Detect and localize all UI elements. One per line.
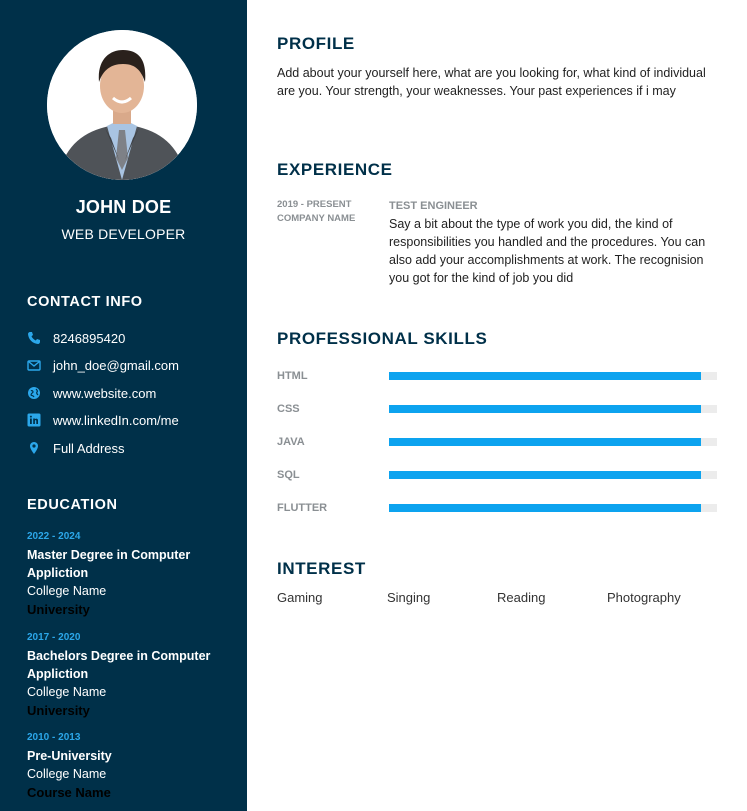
skill-name: HTML — [277, 370, 308, 382]
experience-heading: EXPERIENCE — [277, 160, 393, 179]
skills-heading: PROFESSIONAL SKILLS — [277, 329, 488, 348]
experience-title: TEST ENGINEER — [389, 200, 478, 212]
location-pin-icon — [27, 441, 41, 455]
skill-bar-fill — [389, 372, 701, 380]
skill-bar-track — [389, 471, 717, 479]
skill-row: JAVA — [277, 434, 717, 450]
contact-address-text: Full Address — [53, 440, 125, 456]
experience-company: COMPANY NAME — [277, 213, 356, 224]
experience-entry: TEST ENGINEER Say a bit about the type o… — [389, 198, 721, 287]
education-college: College Name — [27, 767, 107, 781]
skill-row: CSS — [277, 401, 717, 417]
skill-bar-fill — [389, 438, 701, 446]
interest-item: Reading — [497, 590, 546, 605]
education-years: 2017 - 2020 — [27, 632, 81, 643]
education-degree: Pre-University — [27, 749, 112, 763]
education-years: 2010 - 2013 — [27, 732, 81, 743]
skill-name: FLUTTER — [277, 502, 328, 514]
skill-name: CSS — [277, 403, 300, 415]
skill-name: JAVA — [277, 436, 305, 448]
contact-address[interactable]: Full Address — [27, 440, 125, 456]
education-item: 2022 - 2024 Master Degree in Computer Ap… — [27, 530, 237, 620]
education-item: 2017 - 2020 Bachelors Degree in Computer… — [27, 631, 237, 721]
experience-description: Say a bit about the type of work you did… — [389, 217, 706, 285]
resume-page: JOHN DOE WEB DEVELOPER CONTACT INFO 8246… — [0, 0, 747, 811]
contact-email-text: john_doe@gmail.com — [53, 357, 179, 373]
contact-linkedin[interactable]: www.linkedIn.com/me — [27, 412, 179, 428]
contact-phone[interactable]: 8246895420 — [27, 330, 125, 346]
contact-website-text: www.website.com — [53, 385, 157, 401]
skill-row: HTML — [277, 368, 717, 384]
skill-bar-fill — [389, 405, 701, 413]
avatar-photo-icon — [47, 30, 197, 180]
interest-item: Singing — [387, 590, 431, 605]
skill-bar-fill — [389, 471, 701, 479]
interest-list: Gaming Singing Reading Photography — [277, 589, 721, 607]
skill-bar-track — [389, 405, 717, 413]
education-item: 2010 - 2013 Pre-University College Name … — [27, 731, 237, 803]
person-role: WEB DEVELOPER — [61, 226, 186, 242]
education-institution: University — [27, 703, 90, 718]
education-college: College Name — [27, 584, 107, 598]
experience-period: 2019 - PRESENT COMPANY NAME — [277, 198, 382, 226]
skill-row: SQL — [277, 467, 717, 483]
phone-icon — [27, 331, 41, 345]
contact-email[interactable]: john_doe@gmail.com — [27, 357, 179, 373]
skill-bar-track — [389, 504, 717, 512]
contact-heading: CONTACT INFO — [27, 294, 143, 310]
sidebar: JOHN DOE WEB DEVELOPER CONTACT INFO 8246… — [0, 0, 247, 811]
education-institution: University — [27, 602, 90, 617]
interest-heading: INTEREST — [277, 559, 366, 578]
education-heading: EDUCATION — [27, 497, 118, 513]
mail-icon — [27, 358, 41, 372]
profile-text: Add about your yourself here, what are y… — [277, 66, 706, 98]
contact-phone-text: 8246895420 — [53, 330, 126, 346]
skill-bar-track — [389, 438, 717, 446]
education-years: 2022 - 2024 — [27, 531, 81, 542]
interest-item: Gaming — [277, 590, 323, 605]
contact-linkedin-text: www.linkedIn.com/me — [53, 412, 179, 428]
education-degree: Master Degree in Computer Appliction — [27, 548, 191, 580]
contact-website[interactable]: www.website.com — [27, 385, 156, 401]
education-college: College Name — [27, 685, 107, 699]
skill-name: SQL — [277, 469, 300, 481]
linkedin-icon — [27, 413, 41, 427]
avatar — [47, 30, 197, 180]
education-degree: Bachelors Degree in Computer Appliction — [27, 649, 211, 681]
education-institution: Course Name — [27, 785, 111, 800]
skill-bar-track — [389, 372, 717, 380]
globe-icon — [27, 386, 41, 400]
skill-bar-fill — [389, 504, 701, 512]
skill-row: FLUTTER — [277, 500, 717, 516]
person-name: JOHN DOE — [75, 197, 172, 217]
interest-item: Photography — [607, 590, 681, 605]
profile-heading: PROFILE — [277, 34, 355, 53]
experience-dates: 2019 - PRESENT — [277, 199, 352, 210]
